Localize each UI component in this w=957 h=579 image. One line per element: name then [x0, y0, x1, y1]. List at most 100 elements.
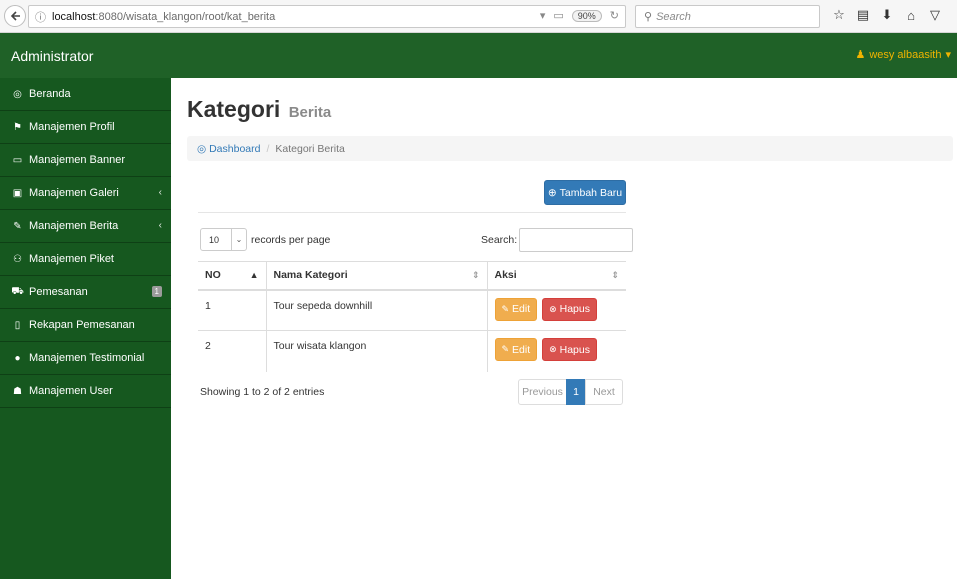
table-header-row: NO ▲ Nama Kategori ⇕ Aksi ⇕	[198, 261, 626, 291]
arrow-left-icon	[10, 11, 20, 21]
sidebar-item-user[interactable]: ☗ Manajemen User	[0, 375, 171, 408]
sidebar-item-piket[interactable]: ⚇ Manajemen Piket	[0, 243, 171, 276]
pemesanan-count-badge: 1	[151, 286, 162, 297]
sidebar-item-label: Pemesanan	[29, 286, 88, 298]
app-brand[interactable]: Administrator	[11, 48, 93, 64]
pocket-icon[interactable]: ▽	[928, 7, 942, 22]
pagination-next[interactable]: Next	[585, 379, 623, 405]
page-subtitle: Berita	[288, 104, 332, 121]
browser-toolbar: ⓘ localhost:8080/wisata_klangon/root/kat…	[0, 0, 957, 33]
sidebar-item-label: Rekapan Pemesanan	[29, 319, 135, 331]
page-title-text: Kategori	[187, 96, 281, 122]
plus-circle-icon: ⊕	[547, 186, 557, 199]
breadcrumb-current: Kategori Berita	[275, 142, 345, 155]
sort-icon: ⇕	[471, 270, 480, 280]
sidebar-item-label: Beranda	[29, 88, 71, 100]
back-button[interactable]	[4, 5, 26, 27]
delete-button[interactable]: ⊗ Hapus	[542, 297, 597, 321]
sidebar-item-profil[interactable]: ⚑ Manajemen Profil	[0, 111, 171, 144]
comment-icon: ●	[14, 352, 21, 364]
sidebar-item-pemesanan[interactable]: ⛟ Pemesanan 1	[0, 276, 171, 309]
chevron-left-icon: ‹	[158, 187, 162, 198]
home-icon[interactable]: ⌂	[904, 8, 918, 23]
browser-search-placeholder: Search	[656, 10, 691, 23]
table-search: Search:	[481, 228, 634, 252]
edit-label: Edit	[512, 343, 531, 356]
add-category-button[interactable]: ⊕ Tambah Baru	[544, 180, 626, 205]
close-circle-icon: ⊗	[549, 303, 557, 314]
chevron-down-icon: ⌄	[231, 229, 246, 250]
breadcrumb-separator: /	[266, 142, 270, 155]
page-length-select[interactable]: 10 ⌄	[200, 228, 247, 251]
url-bar[interactable]: ⓘ localhost:8080/wisata_klangon/root/kat…	[28, 5, 626, 28]
star-icon[interactable]: ☆	[832, 7, 846, 22]
reload-icon[interactable]: ↻	[610, 9, 619, 22]
sidebar-item-banner[interactable]: ▭ Manajemen Banner	[0, 144, 171, 177]
column-header-label: NO	[205, 269, 221, 282]
sort-ascending-icon: ▲	[249, 270, 259, 280]
cell-actions: ✎ Edit ⊗ Hapus	[486, 330, 626, 372]
browser-search-input[interactable]: ⚲ Search	[635, 5, 820, 28]
flag-icon: ⚑	[13, 121, 22, 133]
dropdown-icon[interactable]: ▾	[540, 9, 546, 22]
breadcrumb-home-label: Dashboard	[209, 142, 261, 155]
edit-icon: ✎	[501, 344, 510, 354]
breadcrumb: ◎ Dashboard / Kategori Berita	[187, 136, 953, 161]
sidebar-item-label: Manajemen Berita	[29, 220, 119, 232]
sidebar-item-beranda[interactable]: ◎ Beranda	[0, 78, 171, 111]
page-title: Kategori Berita	[187, 96, 331, 123]
sidebar-item-testimonial[interactable]: ● Manajemen Testimonial	[0, 342, 171, 375]
main-content: Kategori Berita ◎ Dashboard / Kategori B…	[171, 78, 957, 579]
app-header: Administrator ♟ wesy albaasith ▾	[0, 33, 957, 78]
caret-down-icon: ▾	[945, 49, 951, 61]
sidebar-item-galeri[interactable]: ▣ Manajemen Galeri ‹	[0, 177, 171, 210]
close-circle-icon: ⊗	[549, 344, 557, 354]
table-search-input[interactable]	[519, 228, 634, 252]
cell-actions: ✎ Edit ⊗ Hapus	[486, 289, 626, 331]
edit-button[interactable]: ✎ Edit	[494, 338, 538, 361]
chevron-left-icon: ‹	[158, 220, 162, 231]
pagination-page[interactable]: 1	[566, 379, 586, 405]
sidebar-item-label: Manajemen Banner	[29, 154, 126, 166]
image-icon: ▣	[12, 187, 23, 199]
divider	[198, 212, 626, 213]
table-row: 2 Tour wisata klangon ✎ Edit ⊗ Hapus	[198, 330, 626, 372]
reader-view-icon[interactable]: ▭	[553, 9, 563, 22]
dashboard-icon: ◎	[197, 142, 207, 155]
page-length-label: records per page	[251, 233, 331, 246]
users-icon: ⚇	[13, 253, 22, 265]
edit-icon: ✎	[501, 303, 510, 314]
user-menu[interactable]: ♟ wesy albaasith ▾	[855, 48, 951, 62]
column-header-aksi[interactable]: Aksi ⇕	[486, 261, 626, 291]
page-length-value: 10	[209, 234, 220, 245]
pagination-previous[interactable]: Previous	[518, 379, 567, 405]
url-host: localhost	[52, 10, 96, 23]
bookmarks-icon[interactable]: ▤	[856, 7, 870, 22]
monitor-icon: ▭	[12, 154, 23, 166]
zoom-badge[interactable]: 90%	[571, 9, 602, 22]
info-icon[interactable]: ⓘ	[35, 9, 46, 25]
add-button-label: Tambah Baru	[559, 186, 623, 199]
column-header-nama[interactable]: Nama Kategori ⇕	[265, 261, 487, 291]
table-row: 1 Tour sepeda downhill ✎ Edit ⊗ Hapus	[198, 289, 626, 331]
search-icon: ⚲	[644, 11, 653, 23]
cart-icon: ⛟	[11, 285, 24, 297]
sidebar-item-label: Manajemen Profil	[29, 121, 115, 133]
pagination: Previous 1 Next	[518, 379, 623, 405]
sidebar-item-berita[interactable]: ✎ Manajemen Berita ‹	[0, 210, 171, 243]
url-path: :8080/wisata_klangon/root/kat_berita	[95, 10, 276, 23]
edit-button[interactable]: ✎ Edit	[494, 297, 538, 321]
cell-name: Tour wisata klangon	[265, 330, 487, 372]
cell-no: 2	[198, 330, 266, 372]
sidebar-item-rekapan[interactable]: ▯ Rekapan Pemesanan	[0, 309, 171, 342]
group-icon: ☗	[13, 385, 22, 397]
user-icon: ♟	[855, 49, 866, 61]
file-icon: ▯	[14, 319, 21, 331]
table-info: Showing 1 to 2 of 2 entries	[200, 386, 325, 398]
breadcrumb-home[interactable]: ◎ Dashboard	[197, 143, 260, 155]
delete-label: Hapus	[559, 303, 590, 315]
column-header-no[interactable]: NO ▲	[198, 261, 266, 291]
category-table: NO ▲ Nama Kategori ⇕ Aksi ⇕ 1 Tour seped…	[198, 261, 626, 372]
delete-button[interactable]: ⊗ Hapus	[542, 338, 597, 361]
download-icon[interactable]: ⬇	[880, 7, 894, 22]
